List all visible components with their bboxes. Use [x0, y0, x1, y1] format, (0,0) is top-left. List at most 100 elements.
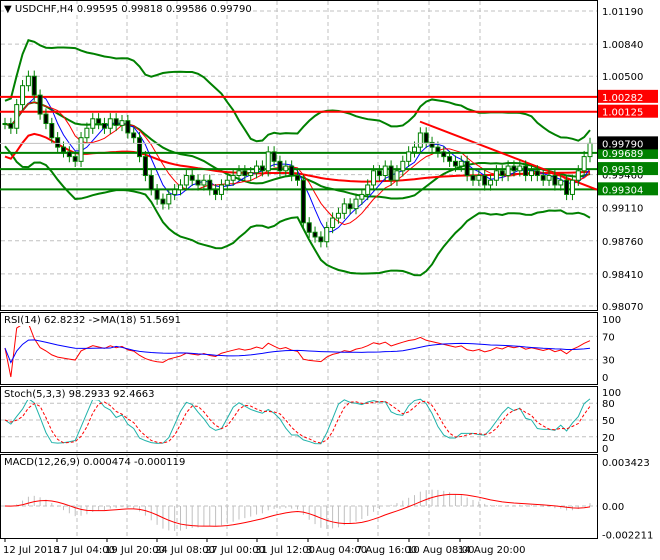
candle-body	[224, 179, 230, 186]
price-tick-label: 0.98070	[602, 302, 643, 313]
candle-body	[587, 142, 593, 158]
candle-body	[353, 198, 359, 210]
candle-body	[341, 203, 347, 214]
candle-body	[347, 203, 353, 210]
stoch-tick-label: 20	[602, 433, 615, 444]
candle-body	[529, 170, 534, 177]
candle-body	[464, 160, 470, 177]
candle-body	[25, 75, 31, 87]
price-level-label: 0.99304	[602, 185, 643, 196]
candle-body	[406, 151, 412, 162]
candle-body	[417, 132, 423, 148]
candle-body	[546, 175, 552, 181]
candle-body	[283, 165, 289, 172]
candle-body	[312, 231, 318, 238]
rsi-tick-label: 30	[602, 356, 615, 367]
candle-body	[271, 151, 277, 162]
candle-body	[84, 127, 90, 139]
macd-tick-label: 0.00	[602, 502, 624, 513]
candle-body	[43, 113, 49, 125]
candle-body	[330, 217, 336, 229]
candle-body	[160, 198, 166, 205]
candle-body	[178, 184, 183, 191]
time-label: 12 Jul 2018	[3, 545, 60, 556]
macd-label: MACD(12,26,9) 0.000474 -0.000119	[4, 457, 186, 468]
candle-body	[493, 170, 499, 181]
candle-body	[96, 118, 102, 125]
price-level-label: 0.99518	[602, 165, 643, 176]
candle-body	[113, 118, 119, 126]
time-label: 14 Aug 20:00	[458, 545, 525, 556]
candle-body	[476, 175, 482, 181]
candle-body	[242, 170, 248, 177]
stoch-tick-label: 100	[602, 388, 621, 399]
candle-body	[37, 94, 43, 115]
candle-body	[581, 156, 587, 172]
ohlc-label: 0.99595 0.99818 0.99586 0.99790	[76, 4, 252, 15]
candle-body	[101, 123, 107, 129]
candle-body	[189, 175, 195, 181]
candle-body	[213, 189, 219, 195]
candle-body	[306, 222, 312, 233]
candle-body	[119, 120, 125, 126]
price-tick-label: 1.00500	[602, 72, 643, 83]
candle-body	[236, 170, 242, 177]
candle-body	[207, 179, 213, 191]
candle-body	[499, 170, 505, 177]
candle-body	[131, 132, 137, 139]
candle-body	[505, 165, 511, 177]
candle-body	[61, 146, 66, 153]
candle-body	[66, 151, 72, 158]
chart-header: ▼ USDCHF,H4 0.99595 0.99818 0.99586 0.99…	[4, 4, 252, 15]
candle-body	[452, 160, 458, 167]
candle-body	[534, 170, 540, 177]
rsi-tick-label: 0	[602, 373, 608, 384]
price-tick-label: 1.00840	[602, 40, 643, 51]
candle-body	[412, 146, 417, 153]
candle-body	[14, 104, 20, 129]
candle-body	[20, 85, 26, 106]
candle-body	[470, 175, 476, 181]
candle-body	[382, 165, 388, 177]
candle-body	[137, 137, 143, 158]
candle-body	[540, 175, 546, 181]
candle-body	[394, 170, 400, 181]
chart-canvas[interactable]: 12 Jul 201817 Jul 04:0019 Jul 20:0024 Ju…	[0, 0, 660, 560]
candle-body	[259, 165, 265, 172]
candle-body	[289, 165, 295, 177]
candle-body	[218, 184, 224, 195]
price-tick-label: 0.98410	[602, 270, 643, 281]
macd-tick-label: 0.003423	[602, 458, 650, 469]
candle-body	[482, 175, 488, 186]
candle-body	[107, 118, 113, 129]
candle-body	[441, 151, 447, 158]
candle-body	[423, 132, 429, 143]
stoch-tick-label: 50	[602, 416, 615, 427]
candle-body	[201, 179, 207, 186]
current-price-label: 0.99790	[602, 139, 643, 150]
price-level-label: 0.99689	[602, 149, 643, 160]
candle-body	[248, 172, 254, 177]
rsi-tick-label: 100	[602, 315, 621, 326]
candle-body	[8, 123, 14, 129]
candle-body	[195, 179, 201, 186]
candle-body	[517, 165, 523, 172]
candle-body	[569, 179, 575, 195]
candle-body	[265, 151, 271, 172]
candle-body	[166, 193, 172, 205]
candle-body	[254, 165, 260, 174]
candle-body	[511, 165, 517, 172]
candle-body	[359, 193, 365, 200]
candle-body	[575, 170, 581, 181]
candle-body	[435, 146, 441, 153]
candle-body	[523, 165, 529, 177]
candle-body	[488, 179, 494, 186]
candle-body	[564, 179, 570, 195]
candle-body	[300, 179, 306, 224]
candle-body	[72, 156, 78, 162]
candle-body	[447, 156, 453, 162]
candle-body	[365, 184, 371, 195]
candle-body	[31, 75, 37, 96]
candle-body	[335, 212, 341, 219]
trading-chart[interactable]: 12 Jul 2018 17 Jul 04:00 19 Jul 20:00 24 Ju…	[0, 0, 660, 560]
